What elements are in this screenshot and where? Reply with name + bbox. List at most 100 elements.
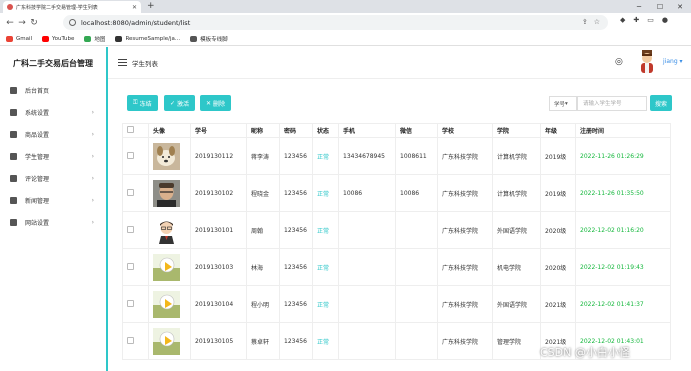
cell-id: 2019130101 (190, 211, 247, 249)
search-field-select[interactable]: 学号 ▾ (549, 96, 577, 111)
settings-icon[interactable]: ◎ (615, 57, 623, 67)
window-icon[interactable]: ▭ (647, 16, 654, 24)
column-header: 学校 (437, 123, 493, 138)
browser-tab[interactable]: 广东科技学院二手交易管理-学生列表 ✕ (3, 1, 141, 13)
bookmark-icon (84, 35, 92, 42)
share-icon[interactable]: ⇪ (582, 18, 588, 26)
user-dropdown[interactable]: jiang ▾ (663, 58, 683, 65)
sidebar-item[interactable]: 学生管理 › (0, 145, 106, 167)
sidebar-item[interactable]: 网站设置 › (0, 211, 106, 233)
freeze-button[interactable]: ⚿ 冻结 (127, 95, 158, 111)
column-header: 密码 (279, 123, 313, 138)
forward-icon[interactable]: → (16, 18, 28, 28)
cell-grade: 2020级 (540, 248, 576, 286)
table-row[interactable]: 2019130104 程小明 123456 正常 广东科技学院 外国语学院 2021级 202… (122, 285, 671, 323)
new-tab-icon[interactable]: + (147, 1, 155, 12)
reload-icon[interactable]: ↻ (28, 18, 40, 28)
close-tab-icon[interactable]: ✕ (132, 4, 137, 11)
favicon-icon (7, 4, 13, 10)
chevron-right-icon: › (91, 130, 94, 138)
unlock-icon: ✓ (170, 99, 176, 107)
minimize-icon[interactable]: ─ (629, 0, 649, 13)
cell-school: 广东科技学院 (437, 174, 493, 212)
bookmark-label: ResumeSample/ja... (125, 35, 181, 42)
browser-toolbar: ← → ↻ localhost:8080/admin/student/list … (0, 13, 691, 32)
menu-toggle-icon[interactable] (118, 59, 127, 68)
cell-school: 广东科技学院 (437, 285, 493, 323)
bookmark-item[interactable]: 模板专线脚 (190, 35, 228, 43)
row-checkbox[interactable] (127, 188, 134, 196)
cell-id: 2019130105 (190, 322, 247, 360)
back-icon[interactable]: ← (4, 18, 16, 28)
row-checkbox[interactable] (127, 262, 134, 270)
sidebar-item-label: 评论管理 (25, 175, 50, 183)
column-header: 学院 (492, 123, 541, 138)
cell-status: 正常 (312, 211, 339, 249)
cell-phone: 10086 (338, 174, 396, 212)
bookmark-icon (115, 35, 123, 42)
row-checkbox[interactable] (127, 336, 134, 344)
cell-school: 广东科技学院 (437, 248, 493, 286)
sidebar-item-label: 网站设置 (25, 219, 50, 227)
bookmark-item[interactable]: Gmail (6, 35, 32, 42)
sidebar-item[interactable]: 系统设置 › (0, 101, 106, 123)
bookmark-icon (42, 35, 50, 42)
address-bar[interactable]: localhost:8080/admin/student/list ⇪ ☆ (63, 15, 608, 30)
info-icon[interactable] (69, 19, 76, 26)
cell-status: 正常 (312, 174, 339, 212)
sidebar-item-label: 新闻管理 (25, 197, 50, 205)
sidebar-item[interactable]: 新闻管理 › (0, 189, 106, 211)
extension-icon[interactable]: ◆ (620, 16, 625, 24)
tab-title: 广东科技学院二手交易管理-学生列表 (16, 4, 98, 11)
sidebar-item-label: 学生管理 (25, 153, 50, 161)
sidebar: 广科二手交易后台管理 后台首页 系统设置 › 商品设置 › 学生管理 › 评论管理 › 新闻管理 ›… (0, 47, 108, 371)
select-cell (122, 137, 149, 175)
column-header: 注册时间 (575, 123, 671, 138)
cell-school: 广东科技学院 (437, 322, 493, 360)
cell-wechat (395, 248, 438, 286)
activate-button[interactable]: ✓ 激活 (164, 95, 196, 111)
bookmark-star-icon[interactable]: ☆ (594, 18, 600, 26)
gear-icon (10, 108, 17, 116)
cell-time: 2022-11-26 01:26:29 (575, 137, 671, 175)
profile-icon[interactable]: ● (662, 16, 668, 24)
student-avatar (153, 253, 190, 281)
cell-password: 123456 (279, 285, 313, 323)
window-close-icon[interactable]: ✕ (670, 0, 690, 13)
admin-app: 广科二手交易后台管理 后台首页 系统设置 › 商品设置 › 学生管理 › 评论管理 › 新闻管理 ›… (0, 47, 691, 371)
row-checkbox[interactable] (127, 151, 134, 159)
bookmark-item[interactable]: 地图 (84, 35, 105, 43)
cell-wechat: 1008611 (395, 137, 438, 175)
cell-nickname: 林海 (246, 248, 280, 286)
cell-nickname: 周翰 (246, 211, 280, 249)
home-icon (10, 86, 17, 94)
delete-label: 删除 (213, 100, 226, 108)
avatar-cell (148, 174, 191, 212)
lock-icon: ⚿ (133, 99, 138, 106)
user-avatar[interactable] (638, 49, 656, 75)
table-row[interactable]: 2019130101 周翰 123456 正常 广东科技学院 外国语学院 2020级 2022… (122, 211, 671, 249)
bookmark-item[interactable]: YouTube (42, 35, 74, 42)
cell-grade: 2021级 (540, 285, 576, 323)
row-checkbox[interactable] (127, 299, 134, 307)
sidebar-item[interactable]: 商品设置 › (0, 123, 106, 145)
puzzle-icon[interactable]: ✚ (633, 16, 639, 24)
watermark-text: CSDN @小白小怪 (540, 346, 630, 359)
table-row[interactable]: 2019130112 蒋李涛 123456 正常 13434678945 1008611 广… (122, 137, 671, 175)
column-header: 学号 (190, 123, 247, 138)
student-table: 头像 学号 昵称 密码 状态 手机 微信 学校 学院 年级 注册时间 2019130112 蒋李涛 12… (122, 123, 671, 360)
cell-phone (338, 285, 396, 323)
maximize-icon[interactable]: ☐ (650, 0, 670, 13)
table-row[interactable]: 2019130103 林海 123456 正常 广东科技学院 机电学院 2020级 2022-… (122, 248, 671, 286)
search-button[interactable]: 搜索 (650, 95, 672, 111)
sidebar-item[interactable]: 评论管理 › (0, 167, 106, 189)
sidebar-item[interactable]: 后台首页 (0, 79, 106, 101)
cell-nickname: 程小明 (246, 285, 280, 323)
delete-button[interactable]: ✕ 删除 (200, 95, 232, 111)
bookmark-item[interactable]: ResumeSample/ja... (115, 35, 181, 42)
search-input[interactable] (577, 96, 647, 111)
row-checkbox[interactable] (127, 225, 134, 233)
table-row[interactable]: 2019130102 程晓金 123456 正常 10086 10086 广东科技学院 计算机… (122, 174, 671, 212)
cell-college: 管理学院 (492, 322, 541, 360)
select-all-checkbox[interactable] (127, 126, 134, 133)
